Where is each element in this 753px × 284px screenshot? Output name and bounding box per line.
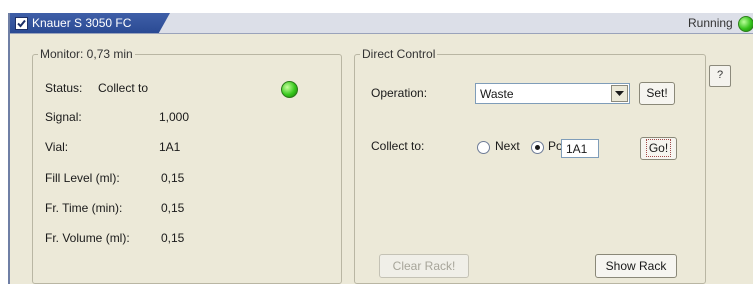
- direct-control-legend: Direct Control: [362, 47, 436, 61]
- go-button[interactable]: Go!: [640, 137, 677, 160]
- help-button[interactable]: ?: [709, 65, 731, 87]
- clear-rack-button[interactable]: Clear Rack!: [379, 254, 469, 278]
- running-status-led: [738, 16, 753, 32]
- device-tab-title: Knauer S 3050 FC: [32, 16, 132, 30]
- signal-value: 1,000: [159, 110, 190, 124]
- next-radio[interactable]: [477, 141, 490, 154]
- next-radio-label: Next: [495, 139, 520, 153]
- status-led: [281, 81, 298, 98]
- status-value: Collect to: [98, 81, 149, 95]
- device-panel: Knauer S 3050 FC Running Monitor: 0,73 m…: [8, 13, 753, 284]
- operation-select-value: Waste: [480, 87, 514, 101]
- status-label: Status:: [45, 81, 83, 95]
- vial-value: 1A1: [159, 140, 181, 154]
- direct-control-group: Direct Control Operation: Waste Set! Col…: [354, 47, 706, 284]
- set-button[interactable]: Set!: [639, 82, 675, 105]
- fill-level-value: 0,15: [161, 171, 185, 185]
- position-input[interactable]: 1A1: [561, 139, 599, 158]
- pos-radio[interactable]: [531, 141, 544, 154]
- fraction-time-value: 0,15: [161, 201, 185, 215]
- fraction-time-label: Fr. Time (min):: [45, 201, 123, 215]
- check-icon: [17, 19, 26, 28]
- operation-label: Operation:: [371, 86, 428, 100]
- collect-to-label: Collect to:: [371, 139, 425, 153]
- device-enabled-checkbox[interactable]: [15, 17, 28, 30]
- monitor-legend: Monitor: 0,73 min: [40, 47, 133, 61]
- device-tab[interactable]: Knauer S 3050 FC: [10, 13, 170, 33]
- show-rack-button[interactable]: Show Rack: [595, 254, 677, 278]
- vial-label: Vial:: [45, 140, 69, 154]
- operation-select[interactable]: Waste: [475, 83, 630, 104]
- fraction-volume-value: 0,15: [161, 231, 185, 245]
- fraction-volume-label: Fr. Volume (ml):: [45, 231, 130, 245]
- monitor-group: Monitor: 0,73 min Status: Collect to Sig…: [32, 47, 342, 284]
- chevron-down-icon[interactable]: [611, 85, 628, 102]
- fill-level-label: Fill Level (ml):: [45, 171, 120, 185]
- running-status-text: Running: [688, 16, 733, 30]
- signal-label: Signal:: [45, 110, 82, 124]
- title-bar: Knauer S 3050 FC Running: [10, 13, 753, 34]
